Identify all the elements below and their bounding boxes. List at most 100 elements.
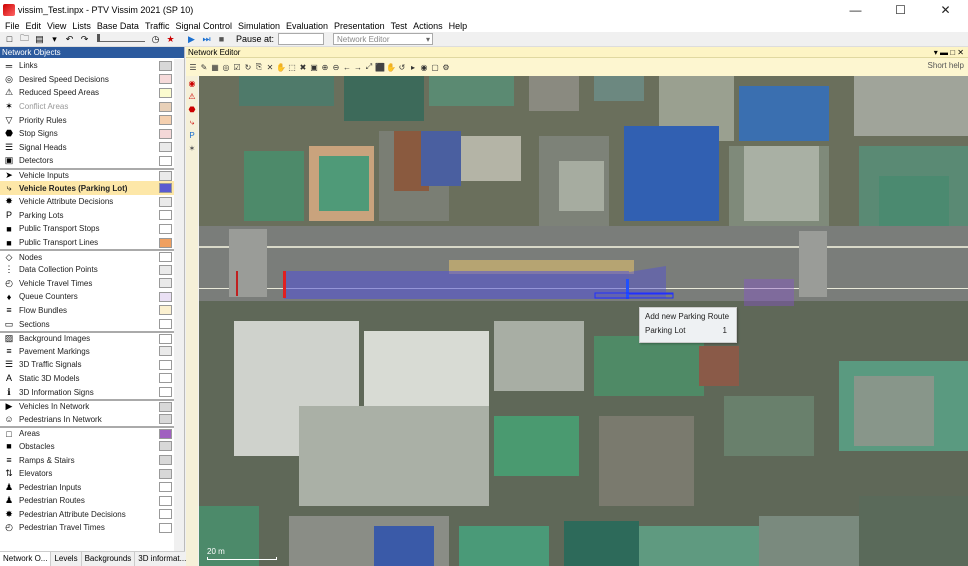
network-object-background-image[interactable]: ▨ Background Images [0, 330, 174, 345]
style-swatch[interactable] [159, 291, 172, 302]
play-icon[interactable]: ▶ [185, 33, 198, 45]
network-object-area[interactable]: □ Areas [0, 426, 174, 440]
menu-actions[interactable]: Actions [410, 21, 446, 31]
star-icon[interactable]: ★ [164, 33, 177, 45]
style-swatch[interactable] [159, 428, 172, 439]
back-icon[interactable]: ← [342, 62, 352, 72]
network-object-stairs[interactable]: ≡ Ramps & Stairs [0, 453, 174, 467]
network-object-queue-counter[interactable]: ♦ Queue Counters [0, 290, 174, 304]
rotate-icon[interactable]: ↻ [243, 62, 253, 72]
pane-options-icon[interactable]: ▾ ▬ □ ✕ [934, 47, 964, 58]
short-help-button[interactable]: Short help [928, 61, 964, 70]
network-object-node[interactable]: ◇ Nodes [0, 249, 174, 263]
style-swatch[interactable] [159, 223, 172, 234]
add-parking-route-title[interactable]: Add new Parking Route [640, 308, 736, 323]
zoom-in-icon[interactable]: ⊕ [320, 62, 330, 72]
checklist-icon[interactable]: ☑ [232, 62, 242, 72]
network-object-pt-line[interactable]: ■ Public Transport Lines [0, 236, 174, 250]
style-swatch[interactable] [159, 128, 172, 139]
network-object-vehicle-input[interactable]: ➤ Vehicle Inputs [0, 167, 174, 182]
speed-gauge-icon[interactable]: ◷ [149, 33, 162, 45]
style-swatch[interactable] [159, 373, 172, 384]
screenshot-icon[interactable]: ▢ [430, 62, 440, 72]
network-object-data-collection[interactable]: ⋮ Data Collection Points [0, 263, 174, 277]
side-tool-stop-icon[interactable]: ⬣ [187, 105, 197, 115]
pencil-icon[interactable]: ✎ [199, 62, 209, 72]
network-object-section[interactable]: ▭ Sections [0, 317, 174, 331]
menu-lists[interactable]: Lists [69, 21, 94, 31]
menu-test[interactable]: Test [388, 21, 411, 31]
select-icon[interactable]: ⬚ [287, 62, 297, 72]
network-objects-scrollbar[interactable] [174, 59, 184, 554]
network-object-pedestrian-input[interactable]: ♟ Pedestrian Inputs [0, 480, 174, 494]
menu-help[interactable]: Help [446, 21, 471, 31]
style-swatch[interactable] [159, 441, 172, 452]
network-object-warning-sign[interactable]: ⚠ Reduced Speed Areas [0, 86, 174, 100]
network-object-attribute-decision[interactable]: ✸ Vehicle Attribute Decisions [0, 195, 174, 209]
network-object-stop-sign[interactable]: ⬣ Stop Signs [0, 127, 174, 141]
network-object-speed-sign[interactable]: ◎ Desired Speed Decisions [0, 73, 174, 87]
simulation-speed-slider[interactable] [97, 34, 145, 42]
add-parking-route-popup[interactable]: Add new Parking Route Parking Lot 1 [639, 307, 737, 343]
stop-icon[interactable]: ■ [215, 33, 228, 45]
style-swatch[interactable] [159, 455, 172, 466]
network-object-conflict[interactable]: ✶ Conflict Areas [0, 100, 174, 114]
zoom-out-icon[interactable]: ⊖ [331, 62, 341, 72]
style-swatch[interactable] [159, 482, 172, 493]
style-swatch[interactable] [159, 170, 172, 181]
network-object-parking[interactable]: P Parking Lots [0, 209, 174, 223]
side-tool-parking-icon[interactable]: P [187, 131, 197, 141]
style-swatch[interactable] [159, 359, 172, 370]
redo-icon[interactable]: ↷ [78, 33, 91, 45]
menu-simulation[interactable]: Simulation [235, 21, 283, 31]
network-map[interactable] [199, 76, 968, 566]
grid-icon[interactable]: ▦ [210, 62, 220, 72]
side-tool-ped-icon[interactable]: ✶ [187, 144, 197, 154]
style-swatch[interactable] [159, 142, 172, 153]
style-swatch[interactable] [159, 115, 172, 126]
network-object-pedestrian-attribute[interactable]: ✸ Pedestrian Attribute Decisions [0, 508, 174, 522]
settings-icon[interactable]: ⚙ [441, 62, 451, 72]
undo-icon[interactable]: ↶ [63, 33, 76, 45]
style-swatch[interactable] [159, 101, 172, 112]
style-swatch[interactable] [159, 401, 172, 412]
layers-icon[interactable]: ☰ [188, 62, 198, 72]
menu-view[interactable]: View [44, 21, 69, 31]
network-editor-select[interactable]: Network Editor [333, 33, 434, 45]
close-button[interactable]: ✕ [923, 0, 968, 20]
style-swatch[interactable] [159, 74, 172, 85]
car-icon[interactable]: ▸ [408, 62, 418, 72]
hand-icon[interactable]: ✋ [276, 62, 286, 72]
delete-icon[interactable]: ✕ [265, 62, 275, 72]
pause-at-input[interactable] [278, 33, 325, 45]
menu-file[interactable]: File [2, 21, 23, 31]
network-object-elevator[interactable]: ⇅ Elevators [0, 467, 174, 481]
network-object-priority[interactable]: ▽ Priority Rules [0, 113, 174, 127]
style-swatch[interactable] [159, 196, 172, 207]
style-swatch[interactable] [159, 264, 172, 275]
style-swatch[interactable] [159, 414, 172, 425]
style-swatch[interactable] [159, 278, 172, 289]
network-object-info-sign[interactable]: ℹ 3D Information Signs [0, 385, 174, 399]
menu-presentation[interactable]: Presentation [331, 21, 388, 31]
minimize-button[interactable]: — [833, 0, 878, 20]
network-object-static-model[interactable]: A Static 3D Models [0, 372, 174, 386]
new-file-icon[interactable]: □ [3, 33, 16, 45]
pan-icon[interactable]: ✋ [386, 62, 396, 72]
style-swatch[interactable] [159, 495, 172, 506]
network-object-pt-stop[interactable]: ■ Public Transport Stops [0, 222, 174, 236]
tab-backgrounds[interactable]: Backgrounds [82, 552, 136, 566]
network-object-pavement-marking[interactable]: ≡ Pavement Markings [0, 344, 174, 358]
network-object-obstacle[interactable]: ■ Obstacles [0, 440, 174, 454]
style-swatch[interactable] [159, 252, 172, 263]
style-swatch[interactable] [159, 155, 172, 166]
network-object-detector[interactable]: ▣ Detectors [0, 154, 174, 168]
side-tool-warning-icon[interactable]: ⚠ [187, 92, 197, 102]
network-object-pedestrian-route[interactable]: ♟ Pedestrian Routes [0, 494, 174, 508]
menu-signal-control[interactable]: Signal Control [172, 21, 235, 31]
style-swatch[interactable] [159, 509, 172, 520]
step-icon[interactable]: ⏭ [200, 33, 213, 45]
style-swatch[interactable] [159, 210, 172, 221]
network-object-signal-head[interactable]: ☰ Signal Heads [0, 141, 174, 155]
open-folder-icon[interactable]: 🗀 [18, 33, 31, 45]
